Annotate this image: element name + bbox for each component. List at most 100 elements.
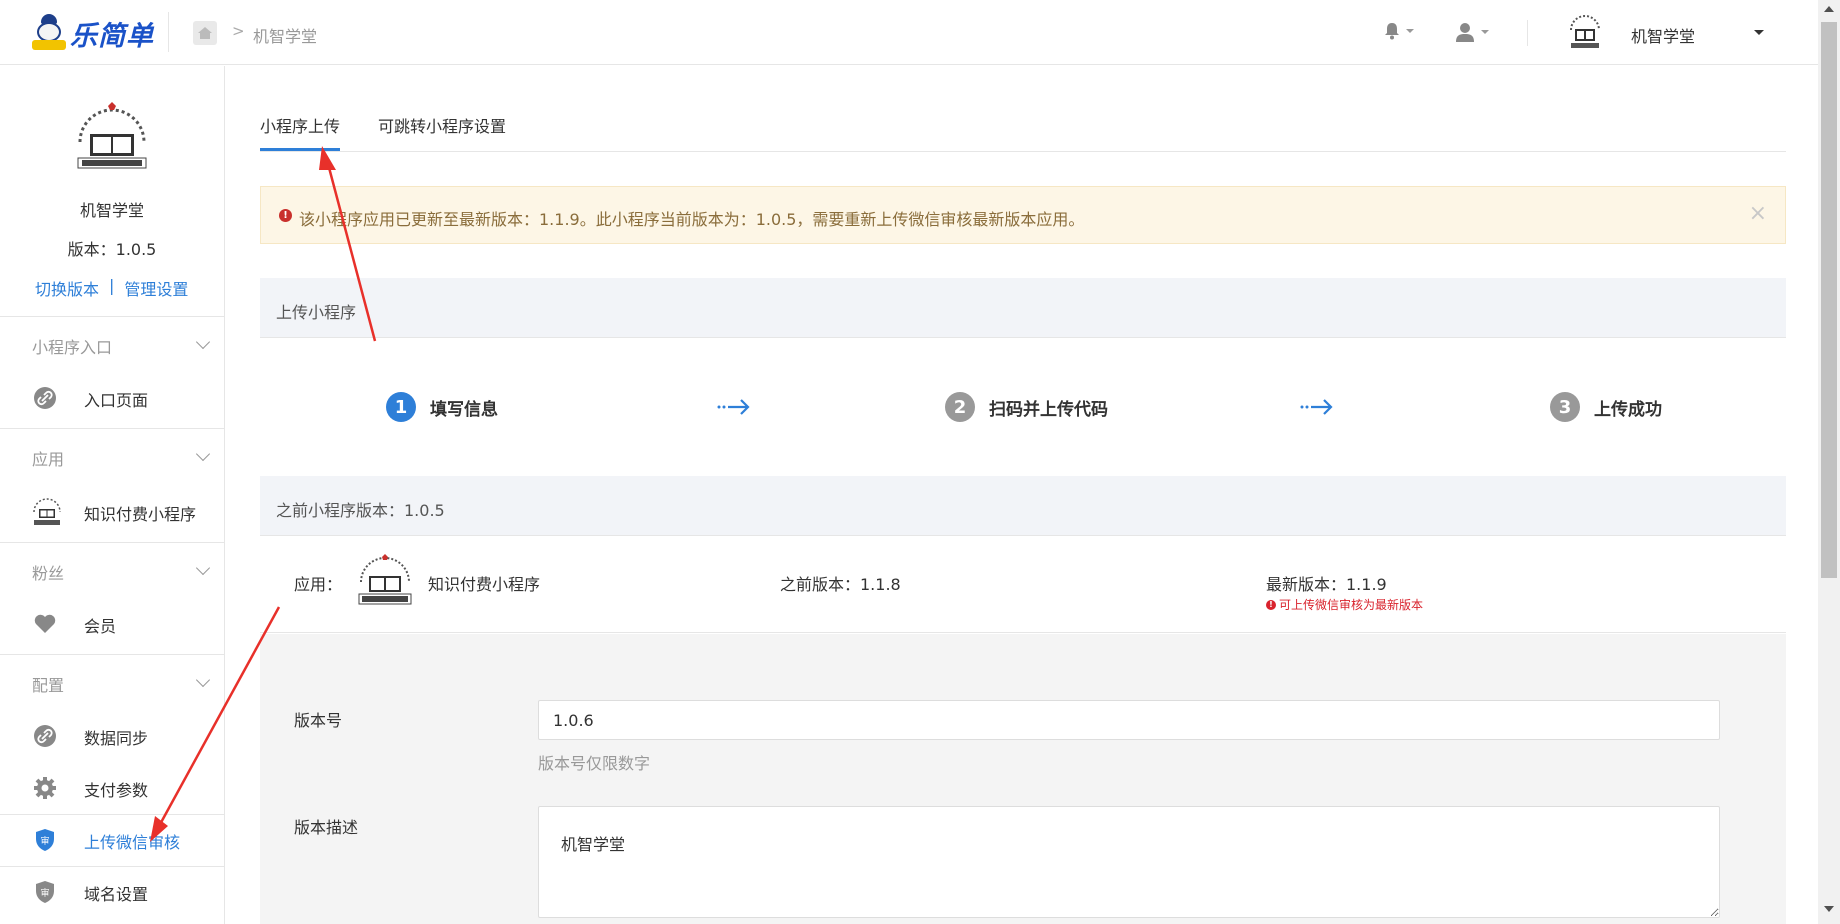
- sidebar-group-entry[interactable]: 小程序入口: [0, 316, 224, 372]
- divider: [1527, 20, 1528, 46]
- shop-logo: [77, 102, 147, 169]
- user-menu[interactable]: [1455, 22, 1489, 42]
- app-name: 知识付费小程序: [428, 575, 541, 594]
- group-label: 小程序入口: [32, 338, 113, 357]
- close-icon[interactable]: ×: [1749, 201, 1767, 226]
- user-icon: [1456, 23, 1474, 42]
- description-textarea[interactable]: 机智学堂: [538, 806, 1720, 918]
- arrow-right-icon: [1300, 399, 1333, 415]
- breadcrumb[interactable]: 机智学堂: [253, 23, 317, 47]
- shop-name: 机智学堂: [79, 201, 144, 220]
- scroll-thumb[interactable]: [1821, 22, 1837, 578]
- sidebar-item-wechat-review[interactable]: 审 上传微信审核: [0, 814, 224, 866]
- previous-version: 之前版本：1.1.8: [780, 575, 901, 594]
- sidebar-links: 切换版本 | 管理设置: [35, 276, 188, 300]
- sidebar-group-config[interactable]: 配置: [0, 654, 224, 710]
- previous-version-header: 之前小程序版本：1.0.5: [260, 476, 1786, 536]
- caret-down-icon: [1406, 29, 1414, 33]
- sidebar-group-fans[interactable]: 粉丝: [0, 542, 224, 598]
- panel-title: 之前小程序版本：1.0.5: [276, 501, 445, 520]
- sidebar: 机智学堂 版本：1.0.5 切换版本 | 管理设置 小程序入口 入口页面 应用 …: [0, 66, 225, 924]
- version-input[interactable]: [538, 700, 1720, 740]
- sidebar-item-members[interactable]: 会员: [0, 598, 224, 650]
- step-label: 扫码并上传代码: [989, 399, 1108, 420]
- latest-note: ! 可上传微信审核为最新版本: [1266, 596, 1423, 613]
- scroll-up-icon[interactable]: [1824, 6, 1834, 12]
- group-label: 粉丝: [32, 564, 65, 583]
- caret-down-icon: [1481, 30, 1489, 34]
- step-3: 3 上传成功: [1550, 392, 1662, 422]
- divider: [168, 12, 169, 52]
- arrow-right-icon: [717, 399, 750, 415]
- sidebar-item-domain[interactable]: 审 域名设置: [0, 866, 224, 918]
- description-label: 版本描述: [294, 818, 359, 837]
- update-alert: ! 该小程序应用已更新至最新版本：1.1.9。此小程序当前版本为：1.0.5，需…: [260, 186, 1786, 244]
- app-logo-icon: [358, 554, 412, 605]
- step-2: 2 扫码并上传代码: [945, 392, 1108, 422]
- chevron-down-icon: [195, 446, 211, 462]
- sidebar-item-knowledge-app[interactable]: 知识付费小程序: [0, 486, 224, 538]
- home-icon[interactable]: [193, 21, 217, 45]
- mascot-icon: [32, 14, 66, 52]
- step-label: 填写信息: [430, 399, 498, 420]
- sidebar-group-apps[interactable]: 应用: [0, 428, 224, 484]
- chevron-down-icon: [195, 560, 211, 576]
- chevron-down-icon: [195, 334, 211, 350]
- brand-name: 乐简单: [70, 20, 154, 52]
- chevron-right-icon: >: [232, 22, 245, 40]
- sidebar-item-label: 数据同步: [84, 729, 149, 748]
- chevron-down-icon: [195, 672, 211, 688]
- shop-version: 版本：1.0.5: [67, 240, 157, 259]
- app-label: 应用：: [294, 575, 343, 594]
- tab-upload[interactable]: 小程序上传: [260, 113, 341, 151]
- upload-panel-header: 上传小程序: [260, 278, 1786, 338]
- step-number: 3: [1550, 392, 1580, 422]
- sidebar-item-label: 域名设置: [84, 885, 149, 904]
- sidebar-item-label: 入口页面: [84, 391, 149, 410]
- step-1: 1 填写信息: [386, 392, 498, 422]
- step-label: 上传成功: [1594, 399, 1662, 420]
- caret-down-icon[interactable]: [1754, 30, 1764, 35]
- tab-bar: 小程序上传 可跳转小程序设置: [260, 110, 1786, 152]
- app-version-row: 应用： 知识付费小程序 之前版本：1.1.8 最新版本：1.1.9 ! 可上传微…: [260, 536, 1786, 633]
- sidebar-item-label: 上传微信审核: [84, 833, 181, 852]
- link-icon: [34, 725, 56, 747]
- page-scrollbar[interactable]: [1818, 0, 1840, 924]
- step-number: 2: [945, 392, 975, 422]
- group-label: 配置: [32, 676, 65, 695]
- sidebar-item-label: 会员: [84, 617, 117, 636]
- gear-icon: [34, 777, 56, 799]
- shield-icon: 审: [36, 829, 54, 851]
- alert-icon: !: [279, 209, 292, 222]
- version-help: 版本号仅限数字: [538, 754, 651, 773]
- group-label: 应用: [32, 450, 65, 469]
- link-icon: [34, 387, 56, 409]
- sidebar-item-label: 支付参数: [84, 781, 149, 800]
- panel-title: 上传小程序: [276, 303, 357, 322]
- sidebar-item-payment[interactable]: 支付参数: [0, 762, 224, 814]
- version-form: 版本号 版本号仅限数字 版本描述 机智学堂: [260, 634, 1786, 924]
- manage-settings-link[interactable]: 管理设置: [124, 276, 188, 300]
- app-logo-icon: [33, 498, 61, 525]
- step-number: 1: [386, 392, 416, 422]
- sidebar-item-entry-page[interactable]: 入口页面: [0, 372, 224, 424]
- account-name[interactable]: 机智学堂: [1631, 23, 1695, 47]
- link-separator: |: [109, 276, 115, 295]
- scroll-down-icon[interactable]: [1824, 906, 1834, 912]
- avatar[interactable]: [1565, 12, 1605, 54]
- notification-menu[interactable]: [1384, 22, 1414, 40]
- version-label: 版本号: [294, 711, 343, 730]
- sidebar-item-label: 知识付费小程序: [84, 505, 197, 524]
- upload-steps: 1 填写信息 2 扫码并上传代码 3 上传成功: [260, 338, 1786, 478]
- heart-icon: [34, 614, 56, 633]
- alert-icon: !: [1266, 599, 1276, 610]
- sidebar-item-data-sync[interactable]: 数据同步: [0, 710, 224, 762]
- bell-icon: [1385, 23, 1399, 40]
- svg-text:审: 审: [40, 835, 49, 847]
- brand-logo[interactable]: 乐简单: [32, 14, 154, 52]
- switch-version-link[interactable]: 切换版本: [35, 276, 99, 300]
- svg-text:审: 审: [40, 887, 49, 899]
- tab-jump-settings[interactable]: 可跳转小程序设置: [378, 113, 506, 151]
- alert-text: 该小程序应用已更新至最新版本：1.1.9。此小程序当前版本为：1.0.5，需要重…: [299, 210, 1085, 229]
- shield-icon: 审: [36, 881, 54, 903]
